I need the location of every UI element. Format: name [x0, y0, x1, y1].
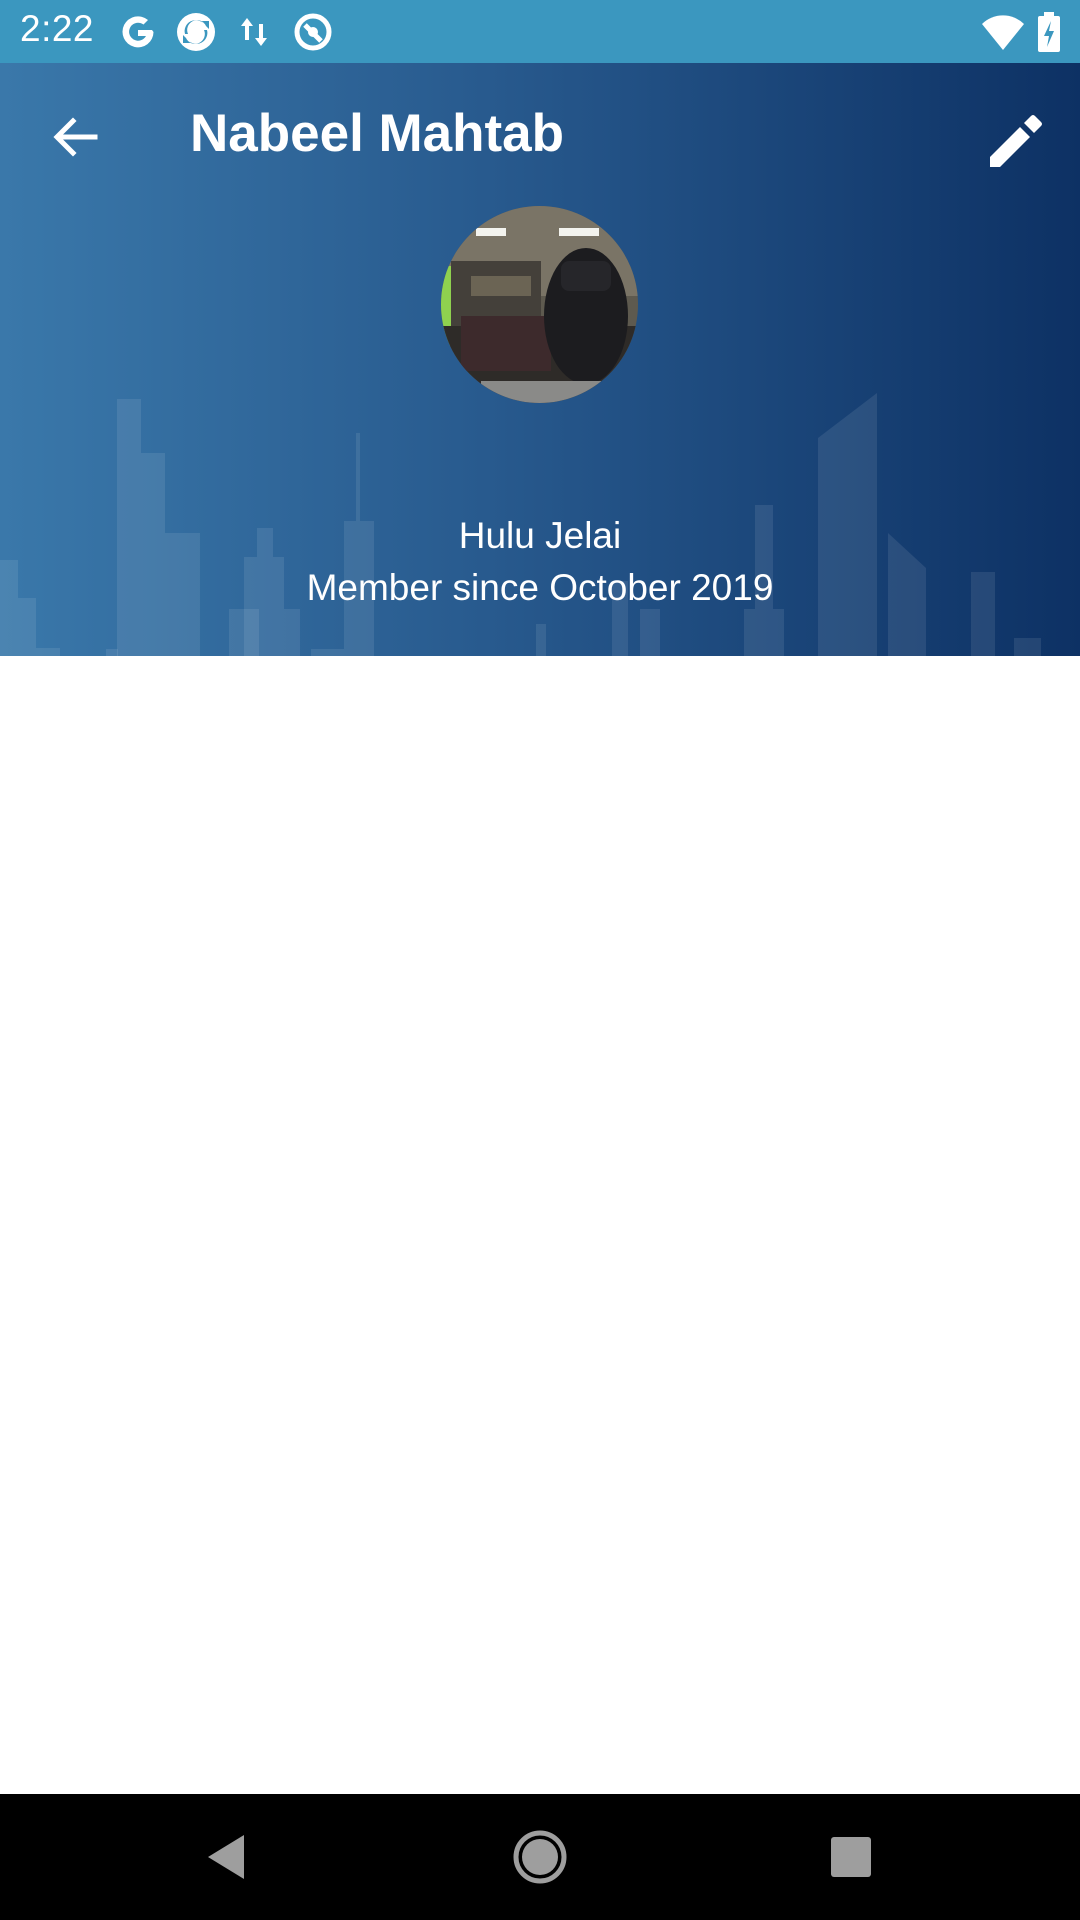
avatar[interactable] — [441, 206, 638, 403]
back-triangle-icon[interactable] — [190, 1822, 260, 1892]
navigation-bar — [0, 1794, 1080, 1920]
app-icon — [294, 13, 332, 51]
profile-screen: 2:22 Nabeel Mahtab Hulu Jelai Member sin… — [0, 0, 1080, 1920]
status-time: 2:22 — [20, 8, 95, 49]
recents-square-icon[interactable] — [816, 1822, 886, 1892]
profile-content-area — [0, 656, 1080, 1794]
profile-name-title: Nabeel Mahtab — [190, 104, 565, 163]
profile-location: Hulu Jelai — [458, 515, 622, 556]
data-transfer-icon — [241, 18, 267, 46]
arrow-back-icon[interactable] — [40, 103, 110, 173]
battery-charging-icon — [1038, 12, 1060, 52]
sync-app-icon — [177, 13, 215, 51]
profile-header: Nabeel Mahtab Hulu Jelai Member since Oc… — [0, 63, 1080, 656]
status-bar: 2:22 — [0, 0, 1080, 63]
home-circle-icon[interactable] — [505, 1822, 575, 1892]
wifi-icon — [982, 15, 1024, 50]
google-icon — [122, 16, 154, 48]
profile-member-since: Member since October 2019 — [306, 567, 774, 608]
avatar-photo — [441, 206, 638, 403]
pencil-edit-icon[interactable] — [982, 105, 1052, 175]
